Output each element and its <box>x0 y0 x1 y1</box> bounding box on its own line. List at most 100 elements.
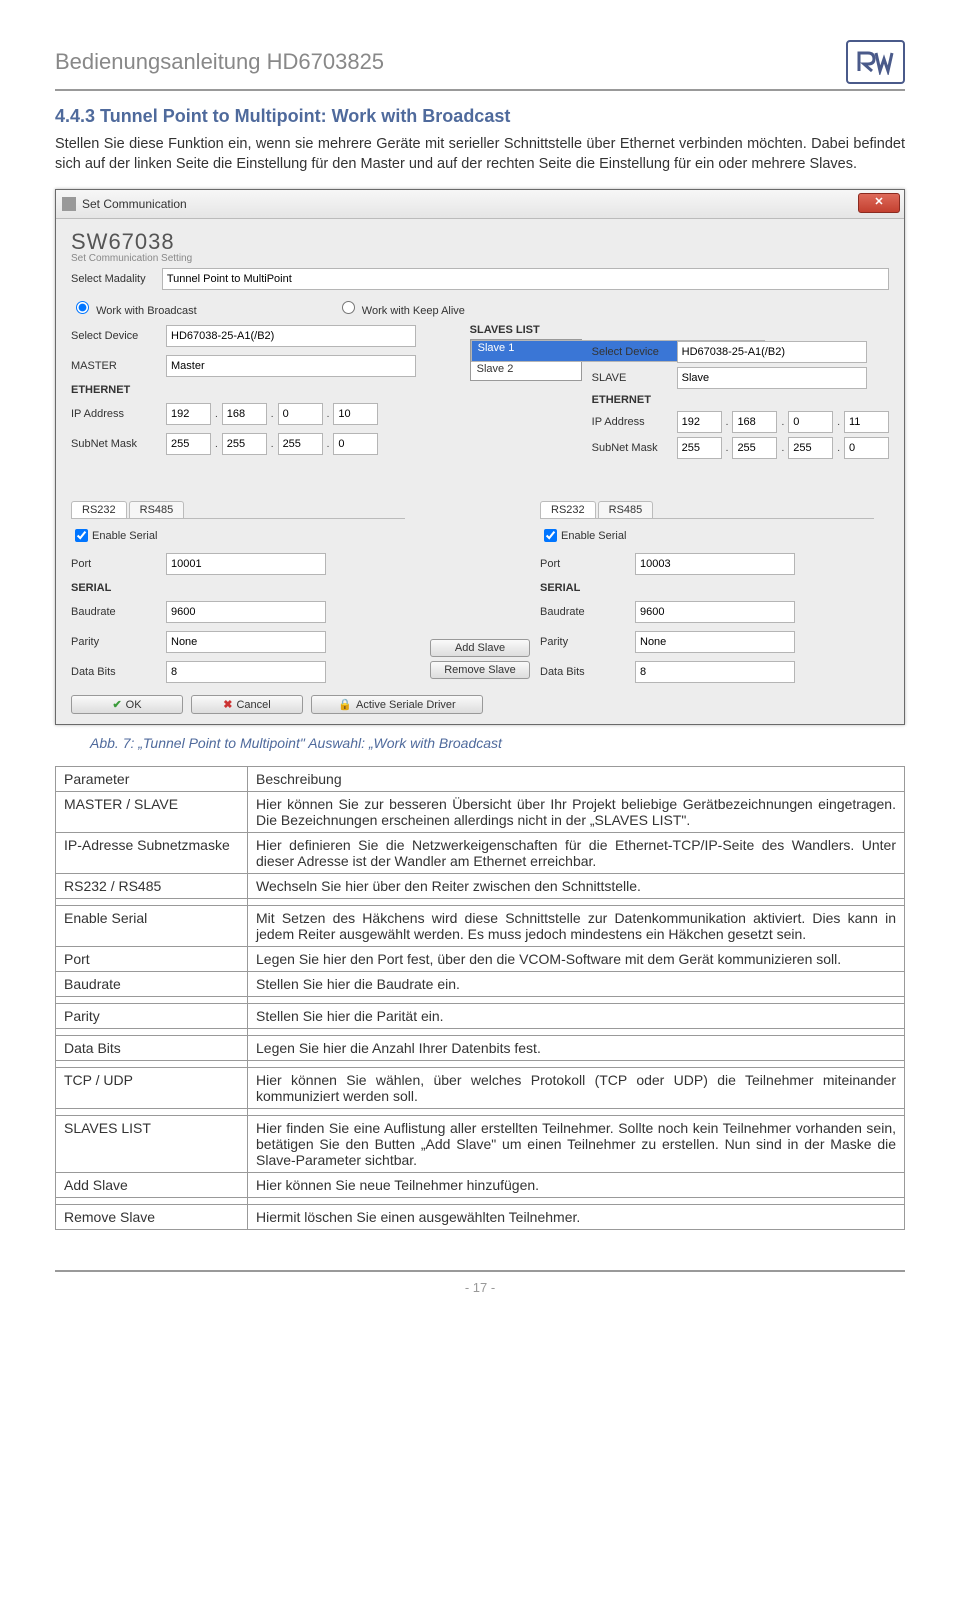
parity-slave[interactable] <box>635 631 795 653</box>
master-ip-2[interactable] <box>278 403 323 425</box>
baud-master[interactable] <box>166 601 326 623</box>
table-row: Add SlaveHier können Sie neue Teilnehmer… <box>56 1173 905 1198</box>
titlebar: Set Communication ✕ <box>56 190 904 219</box>
master-name-input[interactable] <box>166 355 416 377</box>
table-head-param: Parameter <box>56 767 248 792</box>
brand-subtitle: Set Communication Setting <box>71 253 889 264</box>
x-icon: ✖ <box>223 698 232 711</box>
tab-rs232-master[interactable]: RS232 <box>71 501 127 518</box>
master-ip-1[interactable] <box>222 403 267 425</box>
select-device-master[interactable] <box>166 325 416 347</box>
serial-head-master: SERIAL <box>71 579 420 597</box>
select-modality-label: Select Madality <box>71 273 162 285</box>
parity-master[interactable] <box>166 631 326 653</box>
table-row: Enable SerialMit Setzen des Häkchens wir… <box>56 906 905 947</box>
close-button[interactable]: ✕ <box>858 193 900 213</box>
baud-label-master: Baudrate <box>71 606 166 618</box>
radio-keepalive[interactable]: Work with Keep Alive <box>337 298 465 317</box>
baud-label-slave: Baudrate <box>540 606 635 618</box>
figure-caption: Abb. 7: „Tunnel Point to Multipoint" Aus… <box>90 735 905 751</box>
master-ip-0[interactable] <box>166 403 211 425</box>
select-device-slave[interactable] <box>677 341 867 363</box>
tab-rs232-slave[interactable]: RS232 <box>540 501 596 518</box>
slave-mask-0[interactable] <box>677 437 722 459</box>
databits-master[interactable] <box>166 661 326 683</box>
tab-rs485-master[interactable]: RS485 <box>129 501 185 518</box>
master-mask-3[interactable] <box>333 433 378 455</box>
table-row: Remove SlaveHiermit löschen Sie einen au… <box>56 1205 905 1230</box>
cancel-button[interactable]: ✖ Cancel <box>191 695 303 714</box>
radio-broadcast[interactable]: Work with Broadcast <box>71 298 197 317</box>
slave-mask-2[interactable] <box>788 437 833 459</box>
app-window: Set Communication ✕ SW67038 Set Communic… <box>55 189 905 725</box>
table-row: ParityStellen Sie hier die Parität ein. <box>56 1004 905 1029</box>
slave-ip-0[interactable] <box>677 411 722 433</box>
serial-head-slave: SERIAL <box>540 579 889 597</box>
table-row: BaudrateStellen Sie hier die Baudrate ei… <box>56 972 905 997</box>
remove-slave-button[interactable]: Remove Slave <box>430 661 530 679</box>
table-row: RS232 / RS485Wechseln Sie hier über den … <box>56 874 905 899</box>
list-item[interactable]: Slave 2 <box>471 362 581 376</box>
master-mask-0[interactable] <box>166 433 211 455</box>
table-row: PortLegen Sie hier den Port fest, über d… <box>56 947 905 972</box>
enable-serial-master-checkbox[interactable] <box>75 529 88 542</box>
slaves-listbox[interactable]: Slave 1 Slave 2 <box>470 339 582 381</box>
master-mask-1[interactable] <box>222 433 267 455</box>
enable-serial-slave-checkbox[interactable] <box>544 529 557 542</box>
select-device-label: Select Device <box>71 330 166 342</box>
check-icon: ✔ <box>112 698 121 711</box>
enable-serial-master[interactable]: Enable Serial <box>71 522 420 549</box>
slaves-list-label: SLAVES LIST <box>470 321 889 339</box>
slave-mask-1[interactable] <box>732 437 777 459</box>
port-master-input[interactable] <box>166 553 326 575</box>
parameter-table: Parameter Beschreibung MASTER / SLAVEHie… <box>55 766 905 1230</box>
parity-label-slave: Parity <box>540 636 635 648</box>
app-icon <box>62 197 76 211</box>
select-modality[interactable] <box>162 268 889 290</box>
add-slave-button[interactable]: Add Slave <box>430 639 530 657</box>
table-head-desc: Beschreibung <box>248 767 905 792</box>
slave-mask-3[interactable] <box>844 437 889 459</box>
databits-label-master: Data Bits <box>71 666 166 678</box>
page-header: Bedienungsanleitung HD6703825 <box>55 40 905 91</box>
active-seriale-driver-button[interactable]: 🔒 Active Seriale Driver <box>311 695 483 714</box>
subnet-label-master: SubNet Mask <box>71 438 166 450</box>
section-title: 4.4.3 Tunnel Point to Multipoint: Work w… <box>55 106 905 127</box>
enable-serial-slave[interactable]: Enable Serial <box>540 522 889 549</box>
radio-broadcast-input[interactable] <box>76 301 89 314</box>
brand-title: SW67038 <box>71 229 889 255</box>
subnet-label-slave: SubNet Mask <box>592 442 677 454</box>
table-row: TCP / UDPHier können Sie wählen, über we… <box>56 1068 905 1109</box>
slave-ip-2[interactable] <box>788 411 833 433</box>
master-label: MASTER <box>71 360 166 372</box>
lock-icon: 🔒 <box>338 698 352 711</box>
parity-label-master: Parity <box>71 636 166 648</box>
port-label-slave: Port <box>540 558 635 570</box>
table-row: IP-Adresse SubnetzmaskeHier definieren S… <box>56 833 905 874</box>
logo <box>846 40 905 84</box>
table-row: SLAVES LISTHier finden Sie eine Auflistu… <box>56 1116 905 1173</box>
master-mask-2[interactable] <box>278 433 323 455</box>
header-title: Bedienungsanleitung HD6703825 <box>55 49 384 75</box>
page-footer: - 17 - <box>55 1270 905 1295</box>
slave-ip-3[interactable] <box>844 411 889 433</box>
port-label-master: Port <box>71 558 166 570</box>
ip-label-master: IP Address <box>71 408 166 420</box>
master-ip-3[interactable] <box>333 403 378 425</box>
intro-paragraph: Stellen Sie diese Funktion ein, wenn sie… <box>55 135 905 174</box>
brand: SW67038 Set Communication Setting <box>56 224 904 264</box>
databits-label-slave: Data Bits <box>540 666 635 678</box>
slave-name-input[interactable] <box>677 367 867 389</box>
ethernet-head-master: ETHERNET <box>71 381 460 399</box>
port-slave-input[interactable] <box>635 553 795 575</box>
table-row: Data BitsLegen Sie hier die Anzahl Ihrer… <box>56 1036 905 1061</box>
ok-button[interactable]: ✔ OK <box>71 695 183 714</box>
radio-keepalive-input[interactable] <box>342 301 355 314</box>
ethernet-head-slave: ETHERNET <box>592 391 889 409</box>
window-title: Set Communication <box>82 197 187 211</box>
table-row: MASTER / SLAVEHier können Sie zur besser… <box>56 792 905 833</box>
databits-slave[interactable] <box>635 661 795 683</box>
slave-ip-1[interactable] <box>732 411 777 433</box>
tab-rs485-slave[interactable]: RS485 <box>598 501 654 518</box>
baud-slave[interactable] <box>635 601 795 623</box>
